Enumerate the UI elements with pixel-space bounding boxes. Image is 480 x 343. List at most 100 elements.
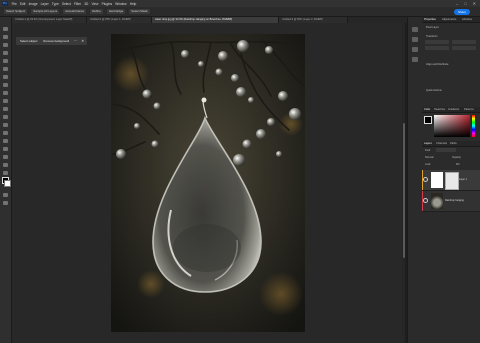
layer-name[interactable]: Layer 1	[459, 178, 467, 181]
option-auto-enhance[interactable]: Auto-Enhance	[63, 9, 87, 14]
share-button[interactable]: Share	[453, 8, 470, 15]
menu-help[interactable]: Help	[128, 2, 138, 6]
tab-paths[interactable]: Paths	[450, 141, 457, 146]
color-panel-foreground-swatch[interactable]	[424, 116, 432, 124]
layer-row[interactable]: Layer 1	[422, 170, 480, 191]
vertical-scrollbar[interactable]	[402, 23, 405, 343]
lock-label: Lock	[425, 163, 431, 166]
window-controls: – □ ✕	[456, 1, 480, 6]
tab-channels[interactable]: Channels	[436, 141, 447, 146]
menu-window[interactable]: Window	[114, 2, 129, 6]
quick-select-tool-icon[interactable]	[3, 51, 8, 55]
tab-swatches[interactable]: Swatches	[434, 107, 445, 112]
quick-mask-icon[interactable]	[3, 193, 8, 197]
menu-file[interactable]: File	[10, 2, 18, 6]
clone-stamp-tool-icon[interactable]	[3, 99, 8, 103]
background-color-swatch[interactable]	[4, 180, 11, 187]
minimize-icon[interactable]: –	[456, 1, 458, 6]
close-icon[interactable]: ✕	[80, 39, 85, 44]
option-hard-edge[interactable]: Hard Edge	[106, 9, 126, 14]
character-panel-icon[interactable]	[412, 47, 418, 52]
right-panels: Properties Adjustments Libraries Pixel L…	[422, 17, 480, 343]
tab-libraries[interactable]: Libraries	[462, 17, 472, 22]
tab-patterns[interactable]: Patterns	[464, 107, 474, 112]
kind-filter[interactable]: Kind	[425, 149, 430, 152]
pixel-layer-label: Pixel Layer	[426, 26, 439, 29]
menu-select[interactable]: Select	[60, 2, 72, 6]
layer-thumbnail	[431, 172, 443, 188]
menu-3d[interactable]: 3D	[83, 2, 90, 6]
width-field[interactable]	[425, 40, 449, 44]
remove-background-button[interactable]: Remove background	[41, 38, 71, 44]
crop-tool-icon[interactable]	[3, 59, 8, 63]
scrollbar-thumb[interactable]	[402, 123, 405, 258]
eye-icon[interactable]	[423, 198, 428, 203]
hand-tool-icon[interactable]	[3, 171, 8, 175]
frame-tool-icon[interactable]	[3, 67, 8, 71]
photoshop-logo: Ps	[2, 1, 8, 6]
tab-properties[interactable]: Properties	[424, 17, 436, 22]
option-select-subject[interactable]: Select Subject	[4, 9, 28, 14]
history-brush-tool-icon[interactable]	[3, 107, 8, 111]
filter-icons[interactable]	[436, 148, 456, 152]
healing-brush-tool-icon[interactable]	[3, 83, 8, 87]
blend-mode-select[interactable]: Normal	[425, 156, 433, 159]
quick-actions-label[interactable]: Quick Actions	[426, 89, 442, 92]
options-bar: Select Subject Sample All Layers Auto-En…	[0, 7, 480, 17]
eye-icon[interactable]	[423, 177, 428, 182]
transform-section-label[interactable]: Transform	[426, 35, 438, 38]
more-icon[interactable]: ⋯	[73, 39, 78, 44]
align-distribute-label[interactable]: Align and Distribute	[426, 63, 449, 66]
tab-layers[interactable]: Layers	[424, 141, 432, 146]
tools-panel	[0, 17, 12, 343]
menu-bar: Ps File Edit Image Layer Type Select Fil…	[0, 0, 480, 7]
option-select-mask[interactable]: Select Mask	[129, 9, 150, 14]
color-panel-header: Color Swatches Gradients Patterns	[422, 107, 480, 113]
option-sample-all-layers[interactable]: Sample All Layers	[31, 9, 60, 14]
actions-panel-icon[interactable]	[412, 37, 418, 42]
menu-layer[interactable]: Layer	[39, 2, 50, 6]
brush-tool-icon[interactable]	[3, 91, 8, 95]
screen-mode-icon[interactable]	[3, 201, 8, 205]
gradient-tool-icon[interactable]	[3, 123, 8, 127]
lasso-tool-icon[interactable]	[3, 43, 8, 47]
layer-row[interactable]: Raindrop hanging	[422, 191, 480, 212]
eraser-tool-icon[interactable]	[3, 115, 8, 119]
eyedropper-tool-icon[interactable]	[3, 75, 8, 79]
menu-type[interactable]: Type	[50, 2, 60, 6]
document-image[interactable]	[111, 34, 305, 332]
select-subject-button[interactable]: Select subject	[18, 38, 39, 44]
dodge-tool-icon[interactable]	[3, 139, 8, 143]
layer-mask-thumbnail	[445, 172, 459, 190]
option-refine[interactable]: Refine	[90, 9, 103, 14]
fill-label: Fill	[456, 163, 460, 166]
layer-thumbnail	[431, 193, 443, 209]
tab-color[interactable]: Color	[424, 107, 430, 112]
marquee-tool-icon[interactable]	[3, 35, 8, 39]
menu-view[interactable]: View	[90, 2, 100, 6]
path-select-tool-icon[interactable]	[3, 163, 8, 167]
layer-name[interactable]: Raindrop hanging	[445, 199, 464, 202]
tab-adjustments[interactable]: Adjustments	[442, 17, 456, 22]
menu-edit[interactable]: Edit	[18, 2, 27, 6]
color-picker-field[interactable]	[434, 115, 470, 137]
hue-slider[interactable]	[472, 115, 475, 137]
raindrop-artwork	[111, 34, 305, 332]
height-field[interactable]	[452, 40, 476, 44]
history-panel-icon[interactable]	[412, 27, 418, 32]
contextual-task-bar: Select subject Remove background ⋯ ✕	[16, 37, 88, 45]
maximize-icon[interactable]: □	[464, 1, 466, 6]
menu-image[interactable]: Image	[27, 2, 39, 6]
menu-filter[interactable]: Filter	[72, 2, 82, 6]
tab-gradients[interactable]: Gradients	[448, 107, 459, 112]
menu-plugins[interactable]: Plugins	[100, 2, 114, 6]
type-tool-icon[interactable]	[3, 155, 8, 159]
pen-tool-icon[interactable]	[3, 147, 8, 151]
paragraph-panel-icon[interactable]	[412, 57, 418, 62]
move-tool-icon[interactable]	[3, 27, 8, 31]
x-field[interactable]	[425, 46, 449, 50]
blur-tool-icon[interactable]	[3, 131, 8, 135]
collapsed-panel-dock	[407, 17, 422, 343]
close-icon[interactable]: ✕	[473, 1, 476, 6]
y-field[interactable]	[452, 46, 476, 50]
